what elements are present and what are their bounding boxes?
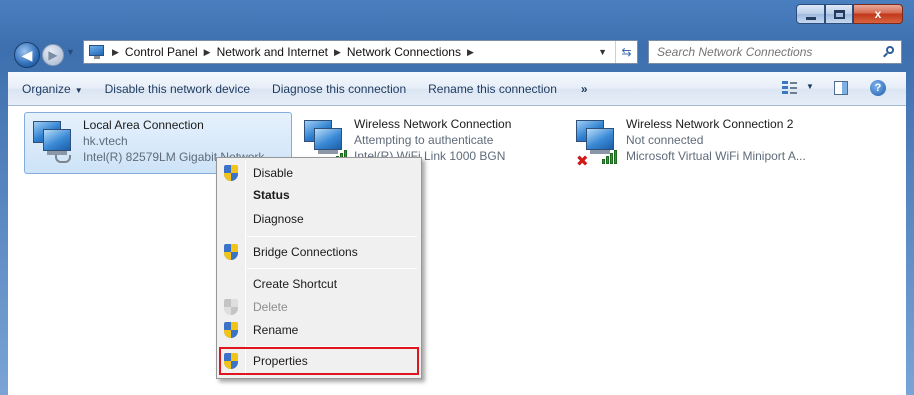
- forward-button[interactable]: ▶: [42, 44, 64, 66]
- search-input[interactable]: [657, 45, 867, 59]
- connection-name: Wireless Network Connection: [354, 117, 512, 131]
- preview-pane-icon[interactable]: [834, 81, 848, 95]
- menu-item-rename[interactable]: Rename: [219, 319, 419, 341]
- breadcrumb-network-and-internet[interactable]: Network and Internet: [217, 45, 328, 59]
- back-button[interactable]: ◀: [14, 42, 40, 68]
- connections-list[interactable]: Local Area Connection hk.vtech Intel(R) …: [8, 106, 906, 395]
- connection-status: hk.vtech: [83, 134, 128, 148]
- organize-menu[interactable]: Organize ▼: [11, 82, 94, 96]
- connection-name: Wireless Network Connection 2: [626, 117, 794, 131]
- menu-separator: [247, 268, 417, 269]
- context-menu: Disable Status Diagnose Bridge Connectio…: [216, 157, 422, 379]
- breadcrumb-separator-icon[interactable]: ▶: [204, 47, 211, 58]
- uac-shield-icon: [224, 244, 238, 260]
- disconnected-x-icon: ✖: [576, 153, 589, 170]
- minimize-icon: [805, 16, 816, 20]
- connection-adapter: Microsoft Virtual WiFi Miniport A...: [626, 149, 806, 163]
- menu-item-create-shortcut[interactable]: Create Shortcut: [219, 273, 419, 295]
- more-commands-button[interactable]: »: [570, 82, 599, 96]
- breadcrumb-separator-icon[interactable]: ▶: [334, 47, 341, 58]
- menu-separator: [247, 236, 417, 237]
- maximize-button[interactable]: [825, 4, 853, 24]
- breadcrumb-separator-icon[interactable]: ▶: [467, 47, 474, 58]
- maximize-icon: [833, 9, 845, 19]
- rename-connection-button[interactable]: Rename this connection: [417, 82, 568, 96]
- menu-item-delete: Delete: [219, 296, 419, 318]
- close-button[interactable]: x: [853, 4, 903, 24]
- menu-item-diagnose[interactable]: Diagnose: [219, 208, 419, 230]
- close-icon: x: [874, 7, 882, 21]
- address-bar[interactable]: ▶ Control Panel ▶ Network and Internet ▶…: [83, 40, 638, 64]
- properties-highlight-box: [219, 347, 419, 375]
- uac-shield-icon: [224, 165, 238, 181]
- arrow-right-icon: ▶: [48, 48, 58, 62]
- chevron-down-icon: ▼: [74, 85, 83, 95]
- address-history-dropdown[interactable]: ▼: [598, 47, 607, 57]
- organize-label: Organize: [22, 81, 71, 96]
- wireless-disconnected-icon: ✖: [574, 116, 618, 170]
- refresh-button[interactable]: ⇆: [615, 41, 637, 63]
- search-icon[interactable]: [883, 46, 895, 58]
- view-options-dropdown[interactable]: ▼: [806, 82, 814, 91]
- uac-shield-icon: [224, 322, 238, 338]
- breadcrumb-separator-icon[interactable]: ▶: [112, 47, 119, 58]
- menu-item-disable[interactable]: Disable: [219, 162, 419, 184]
- help-icon[interactable]: ?: [870, 80, 886, 96]
- uac-shield-icon: [224, 299, 238, 315]
- minimize-button[interactable]: [796, 4, 825, 24]
- arrow-left-icon: ◀: [21, 46, 33, 63]
- disable-device-button[interactable]: Disable this network device: [94, 82, 261, 96]
- breadcrumb-network-connections[interactable]: Network Connections: [347, 45, 461, 59]
- wired-network-icon: [31, 117, 75, 167]
- change-view-icon[interactable]: [782, 81, 798, 95]
- refresh-icon: ⇆: [621, 45, 632, 59]
- menu-item-status[interactable]: Status: [219, 184, 419, 206]
- diagnose-connection-button[interactable]: Diagnose this connection: [261, 82, 417, 96]
- breadcrumb-control-panel[interactable]: Control Panel: [125, 45, 198, 59]
- connection-status: Attempting to authenticate: [354, 133, 494, 147]
- command-bar: Organize ▼ Disable this network device Di…: [8, 72, 906, 106]
- title-bar[interactable]: x: [0, 0, 914, 34]
- control-panel-icon: [88, 44, 106, 60]
- connection-status: Not connected: [626, 133, 704, 147]
- connection-wireless-2[interactable]: ✖ Wireless Network Connection 2 Not conn…: [568, 112, 868, 174]
- recent-pages-dropdown[interactable]: ▼: [66, 47, 75, 57]
- window-frame: x ◀ ▶ ▼ ▶ Control Panel ▶ Network and In…: [0, 0, 914, 395]
- connection-name: Local Area Connection: [83, 118, 204, 132]
- menu-item-bridge-connections[interactable]: Bridge Connections: [219, 241, 419, 263]
- search-box[interactable]: [648, 40, 902, 64]
